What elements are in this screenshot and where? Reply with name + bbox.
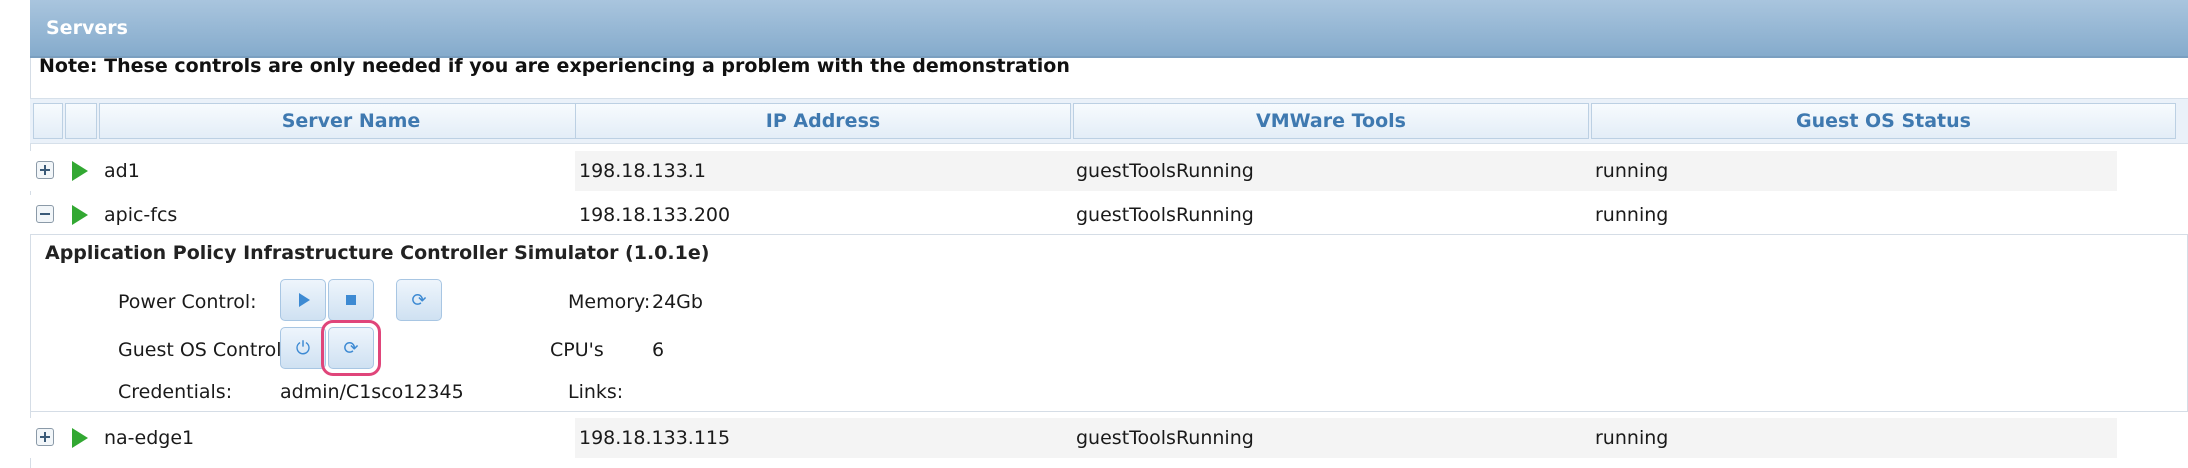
ip-address: 198.18.133.115 bbox=[579, 427, 731, 449]
row-background bbox=[575, 151, 2117, 191]
table-row: na-edge1 198.18.133.115 guestToolsRunnin… bbox=[30, 418, 2188, 458]
credentials-value: admin/C1sco12345 bbox=[280, 381, 464, 403]
power-on-button[interactable] bbox=[280, 279, 326, 321]
header-server-name[interactable]: Server Name bbox=[99, 103, 603, 139]
note-text: Note: These controls are only needed if … bbox=[39, 55, 1070, 77]
collapse-minus-icon[interactable] bbox=[36, 205, 54, 223]
table-header: Server Name IP Address VMWare Tools Gues… bbox=[30, 98, 2188, 144]
expand-plus-icon[interactable] bbox=[36, 428, 54, 446]
panel-title: Servers bbox=[46, 17, 128, 39]
power-icon: ⏻ bbox=[295, 337, 311, 359]
header-ip-address[interactable]: IP Address bbox=[575, 103, 1071, 139]
ip-address: 198.18.133.200 bbox=[579, 204, 731, 226]
vmware-tools-status: guestToolsRunning bbox=[1076, 204, 1254, 226]
play-icon[interactable] bbox=[72, 161, 88, 181]
power-control-label: Power Control: bbox=[118, 291, 257, 313]
refresh-icon: ⟳ bbox=[343, 337, 359, 359]
guest-os-control-label: Guest OS Control: bbox=[118, 339, 288, 361]
guest-os-status: running bbox=[1595, 204, 1669, 226]
table-row: apic-fcs 198.18.133.200 guestToolsRunnin… bbox=[30, 195, 2188, 235]
vmware-tools-status: guestToolsRunning bbox=[1076, 160, 1254, 182]
cpus-value: 6 bbox=[652, 339, 665, 361]
expand-plus-icon[interactable] bbox=[36, 161, 54, 179]
play-icon bbox=[299, 293, 310, 307]
stop-icon bbox=[346, 295, 356, 305]
power-off-button[interactable] bbox=[328, 279, 374, 321]
refresh-icon: ⟳ bbox=[411, 289, 427, 311]
ip-address: 198.18.133.1 bbox=[579, 160, 706, 182]
row-background bbox=[575, 418, 2117, 458]
guest-shutdown-button[interactable]: ⏻ bbox=[280, 327, 326, 369]
credentials-label: Credentials: bbox=[118, 381, 233, 403]
table-row: ad1 198.18.133.1 guestToolsRunning runni… bbox=[30, 151, 2188, 191]
server-name: ad1 bbox=[104, 160, 140, 182]
guest-restart-button[interactable]: ⟳ bbox=[321, 320, 381, 376]
guest-os-status: running bbox=[1595, 427, 1669, 449]
vmware-tools-status: guestToolsRunning bbox=[1076, 427, 1254, 449]
server-name: na-edge1 bbox=[104, 427, 195, 449]
server-detail-panel: Application Policy Infrastructure Contro… bbox=[30, 234, 2188, 412]
header-expand-column bbox=[33, 103, 63, 139]
header-guest-os-status[interactable]: Guest OS Status bbox=[1591, 103, 2176, 139]
power-reset-button[interactable]: ⟳ bbox=[396, 279, 442, 321]
memory-value: 24Gb bbox=[652, 291, 703, 313]
memory-label: Memory: bbox=[568, 291, 651, 313]
guest-os-status: running bbox=[1595, 160, 1669, 182]
play-icon[interactable] bbox=[72, 205, 88, 225]
header-action-column bbox=[65, 103, 97, 139]
server-detail-title: Application Policy Infrastructure Contro… bbox=[45, 242, 710, 264]
links-label: Links: bbox=[568, 381, 624, 403]
panel-title-bar: Servers bbox=[30, 0, 2188, 58]
play-icon[interactable] bbox=[72, 428, 88, 448]
header-vmware-tools[interactable]: VMWare Tools bbox=[1073, 103, 1589, 139]
server-name: apic-fcs bbox=[104, 204, 178, 226]
cpus-label: CPU's bbox=[550, 339, 604, 361]
